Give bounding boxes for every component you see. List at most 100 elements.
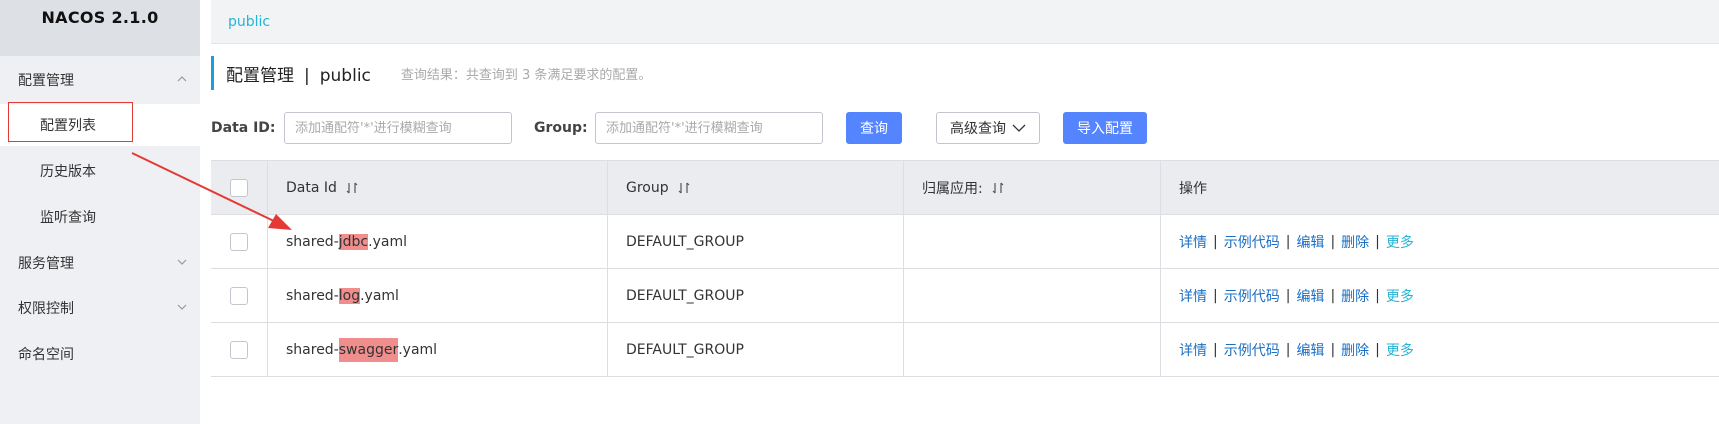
action-separator: | [1330, 287, 1336, 304]
group-cell: DEFAULT_GROUP [608, 215, 904, 268]
data-id-highlight: jdbc [338, 233, 369, 250]
chevron-down-icon [177, 259, 187, 265]
data-id-cell: shared-jdbc .yaml [268, 215, 608, 268]
advanced-query-label: 高级查询 [950, 121, 1006, 137]
sidebar-item-config-list[interactable]: 配置列表 [0, 104, 200, 146]
row-select-cell [211, 215, 268, 268]
sidebar-group-label: 配置管理 [18, 73, 74, 89]
table-row: shared-swagger .yaml DEFAULT_GROUP 详情 | 示例代… [211, 323, 1719, 377]
row-checkbox[interactable] [230, 286, 248, 305]
data-id-prefix: shared- [286, 341, 339, 358]
delete-link[interactable]: 删除 [1341, 286, 1369, 306]
action-separator: | [1285, 287, 1291, 304]
group-cell: DEFAULT_GROUP [608, 269, 904, 322]
app-cell [904, 323, 1161, 376]
sidebar-group-config-management[interactable]: 配置管理 [0, 59, 200, 101]
header-select-cell [211, 161, 268, 214]
select-all-checkbox[interactable] [230, 178, 248, 197]
sidebar: NACOS 2.1.0 配置管理 配置列表 历史版本 监听查询 服务管理 权限控… [0, 0, 200, 424]
edit-link[interactable]: 编辑 [1296, 286, 1324, 306]
title-accent-bar [211, 56, 214, 90]
data-id-label: Data ID: [211, 120, 276, 136]
column-label: 归属应用: [922, 180, 983, 197]
sidebar-group-access-control[interactable]: 权限控制 [0, 287, 200, 329]
details-link[interactable]: 详情 [1179, 286, 1207, 306]
sidebar-group-namespace[interactable]: 命名空间 [0, 333, 200, 375]
group-label: Group: [534, 120, 588, 136]
header-data-id[interactable]: Data Id [268, 161, 608, 214]
row-select-cell [211, 269, 268, 322]
query-button[interactable]: 查询 [846, 112, 902, 144]
data-id-highlight: swagger [338, 337, 399, 362]
table-header-row: Data Id Group 归属应用: 操作 [211, 161, 1719, 215]
sort-icon[interactable] [345, 181, 359, 195]
page-header: 配置管理 | public 查询结果：共查询到 3 条满足要求的配置。 [211, 56, 651, 90]
group-input[interactable] [595, 112, 823, 144]
column-label: Group [626, 179, 669, 196]
actions-cell: 详情 | 示例代码 | 编辑 | 删除 | 更多 [1161, 269, 1719, 322]
header-app[interactable]: 归属应用: [904, 161, 1161, 214]
sample-code-link[interactable]: 示例代码 [1224, 286, 1280, 306]
data-id-suffix: .yaml [360, 287, 399, 304]
query-result-text: 查询结果：共查询到 3 条满足要求的配置。 [400, 67, 652, 83]
sidebar-item-listener-query[interactable]: 监听查询 [0, 196, 200, 238]
header-actions: 操作 [1161, 161, 1719, 214]
row-checkbox[interactable] [230, 232, 248, 251]
more-link[interactable]: 更多 [1386, 232, 1414, 252]
action-separator: | [1375, 233, 1380, 250]
delete-link[interactable]: 删除 [1341, 340, 1369, 360]
actions-cell: 详情 | 示例代码 | 编辑 | 删除 | 更多 [1161, 323, 1719, 376]
data-id-input[interactable] [284, 112, 512, 144]
import-config-button[interactable]: 导入配置 [1063, 112, 1147, 144]
action-separator: | [1213, 233, 1218, 250]
advanced-query-button[interactable]: 高级查询 [936, 112, 1040, 144]
action-separator: | [1375, 287, 1380, 304]
chevron-down-icon [177, 304, 187, 310]
title-separator: | [304, 65, 310, 86]
data-id-highlight: log [338, 287, 361, 304]
row-select-cell [211, 323, 268, 376]
page-title: 配置管理 | public [226, 61, 371, 86]
page-title-namespace: public [319, 65, 371, 86]
row-checkbox[interactable] [230, 340, 248, 359]
data-id-cell: shared-swagger .yaml [268, 323, 608, 376]
more-link[interactable]: 更多 [1386, 340, 1414, 360]
edit-link[interactable]: 编辑 [1296, 232, 1324, 252]
column-label: Data Id [286, 179, 337, 196]
more-link[interactable]: 更多 [1386, 286, 1414, 306]
action-separator: | [1285, 233, 1291, 250]
data-id-suffix: .yaml [368, 233, 407, 250]
sidebar-item-label: 监听查询 [40, 210, 96, 226]
page-title-text: 配置管理 [226, 65, 294, 86]
delete-link[interactable]: 删除 [1341, 232, 1369, 252]
sort-icon[interactable] [991, 181, 1005, 195]
edit-link[interactable]: 编辑 [1296, 340, 1324, 360]
column-label: 操作 [1179, 180, 1207, 197]
sort-icon[interactable] [677, 181, 691, 195]
data-id-suffix: .yaml [398, 341, 438, 358]
action-separator: | [1213, 341, 1218, 358]
namespace-tab-public[interactable]: public [228, 14, 270, 30]
app-logo: NACOS 2.1.0 [0, 0, 200, 56]
namespace-bar: public [211, 0, 1719, 44]
header-group[interactable]: Group [608, 161, 904, 214]
details-link[interactable]: 详情 [1179, 340, 1207, 360]
sidebar-group-service-management[interactable]: 服务管理 [0, 242, 200, 284]
table-row: shared-log .yaml DEFAULT_GROUP 详情 | 示例代码 | 编辑… [211, 269, 1719, 323]
query-button-label: 查询 [860, 121, 888, 137]
sidebar-group-label: 权限控制 [18, 301, 74, 317]
import-config-label: 导入配置 [1077, 121, 1133, 137]
sidebar-group-label: 服务管理 [18, 256, 74, 272]
table-row: shared-jdbc .yaml DEFAULT_GROUP 详情 | 示例代码 | 编… [211, 215, 1719, 269]
sidebar-item-history[interactable]: 历史版本 [0, 150, 200, 192]
app-cell [904, 269, 1161, 322]
chevron-down-icon [1012, 124, 1026, 132]
sidebar-item-label: 配置列表 [40, 118, 96, 134]
data-id-prefix: shared- [286, 287, 339, 304]
action-separator: | [1285, 341, 1291, 358]
sample-code-link[interactable]: 示例代码 [1224, 340, 1280, 360]
details-link[interactable]: 详情 [1179, 232, 1207, 252]
sidebar-item-label: 历史版本 [40, 164, 96, 180]
action-separator: | [1213, 287, 1218, 304]
sample-code-link[interactable]: 示例代码 [1224, 232, 1280, 252]
